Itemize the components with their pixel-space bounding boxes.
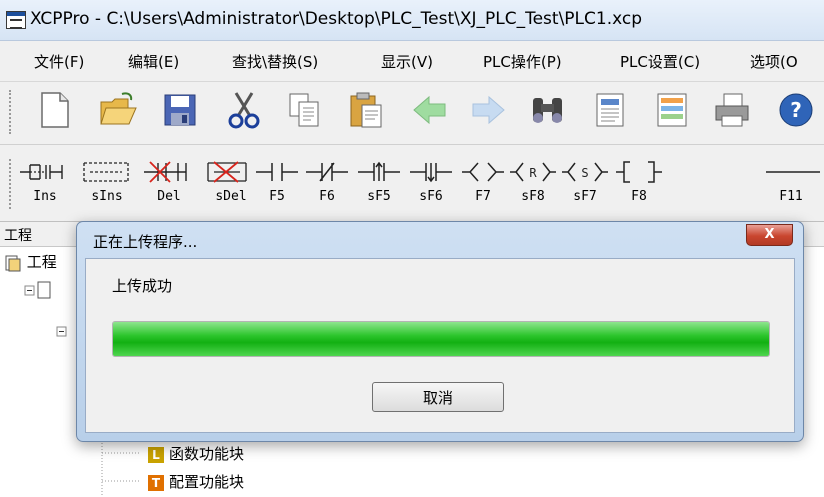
menu-find-replace[interactable]: 查找\替换(S) [232,51,318,72]
svg-text:?: ? [790,98,802,122]
tree-item-function-blocks[interactable]: L 函数功能块 [148,443,244,464]
project-icon [5,255,21,271]
ladder-label: F11 [779,189,803,204]
collapse-icon [56,326,67,337]
menu-options[interactable]: 选项(O [750,51,798,72]
set-coil-icon: S [562,162,608,182]
window-title: XCPPro - C:\Users\Administrator\Desktop\… [30,9,643,29]
save-icon[interactable] [160,90,200,130]
upload-dialog: 正在上传程序... X 上传成功 取消 [76,221,804,442]
tree-root[interactable]: 工程 [4,251,57,272]
tree-item-label: 配置功能块 [169,473,245,491]
function-block-icon: L [148,446,164,463]
rising-edge-button[interactable]: sF5 [350,157,408,209]
ladder-label: F6 [319,189,335,204]
ladder-label: sF8 [521,189,545,204]
ladder-label: sIns [91,189,123,204]
new-file-icon[interactable] [34,90,74,130]
paste-icon[interactable] [346,90,386,130]
ladder-label: Del [157,189,181,204]
menu-plc-settings[interactable]: PLC设置(C) [620,51,700,72]
app-icon [6,11,26,29]
upload-progress-bar [112,321,770,357]
dialog-title: 正在上传程序... [93,233,198,251]
find-icon[interactable] [528,90,568,130]
tree-expander[interactable] [24,281,52,305]
svg-text:R: R [529,166,537,180]
menu-file[interactable]: 文件(F) [34,51,84,72]
tree-item-config-blocks[interactable]: T 配置功能块 [148,471,244,492]
tree-lines [101,437,140,497]
ladder-toolbar: Ins sIns Del sDel F5 F6 sF5 sF6 F7 R sF8… [0,145,824,222]
document-icon[interactable] [590,90,630,130]
toolbar-grip[interactable] [9,90,15,134]
reset-coil-button[interactable]: R sF8 [504,157,562,209]
forward-arrow-icon[interactable] [468,90,508,130]
ladder-label: sF5 [367,189,391,204]
ladder-toolbar-grip[interactable] [9,159,15,209]
insert-row-button[interactable]: Ins [16,157,74,209]
menu-edit[interactable]: 编辑(E) [128,51,179,72]
tree-root-label: 工程 [26,253,57,271]
main-toolbar: ? [0,82,824,145]
close-icon: X [764,227,775,242]
list-icon[interactable] [652,90,692,130]
reset-coil-icon: R [510,162,556,182]
svg-text:S: S [581,166,588,180]
dialog-body: 上传成功 取消 [85,258,795,433]
ladder-label: sF6 [419,189,443,204]
delete-row-button[interactable]: Del [140,157,198,209]
insert-column-button[interactable]: sIns [78,157,136,209]
back-arrow-icon[interactable] [410,90,450,130]
title-bar: XCPPro - C:\Users\Administrator\Desktop\… [0,0,824,41]
menu-view[interactable]: 显示(V) [381,51,433,72]
instruction-bracket-icon [616,161,662,183]
insert-row-icon [20,164,63,180]
help-icon[interactable]: ? [776,90,816,130]
menu-plc-operation[interactable]: PLC操作(P) [483,51,562,72]
insert-column-icon [83,162,129,182]
falling-edge-button[interactable]: sF6 [402,157,460,209]
normally-closed-contact-icon [306,162,348,182]
horizontal-line-button[interactable]: F11 [762,157,820,209]
menu-bar: 文件(F) 编辑(E) 查找\替换(S) 显示(V) PLC操作(P) PLC设… [0,41,824,82]
progress-fill [113,322,769,356]
falling-edge-contact-icon [410,163,452,183]
set-coil-button[interactable]: S sF7 [556,157,614,209]
project-panel-title: 工程 [4,228,32,244]
upload-status: 上传成功 [112,277,173,295]
expand-collapse-icon [24,281,51,299]
ladder-label: sF7 [573,189,597,204]
tree-item-label: 函数功能块 [169,445,245,463]
print-icon[interactable] [712,90,752,130]
ladder-label: Ins [33,189,57,204]
cancel-button[interactable]: 取消 [372,382,504,412]
rising-edge-contact-icon [358,161,400,181]
cut-icon[interactable] [224,90,264,130]
ladder-label: F8 [631,189,647,204]
closed-contact-button[interactable]: F6 [298,157,356,209]
instruction-button[interactable]: F8 [610,157,668,209]
open-folder-icon[interactable] [98,90,138,130]
close-button[interactable]: X [746,224,793,246]
config-block-icon: T [148,474,164,491]
tree-expander[interactable] [56,325,68,343]
delete-row-icon [144,161,187,183]
horizontal-line-icon [766,171,820,173]
copy-icon[interactable] [284,90,324,130]
